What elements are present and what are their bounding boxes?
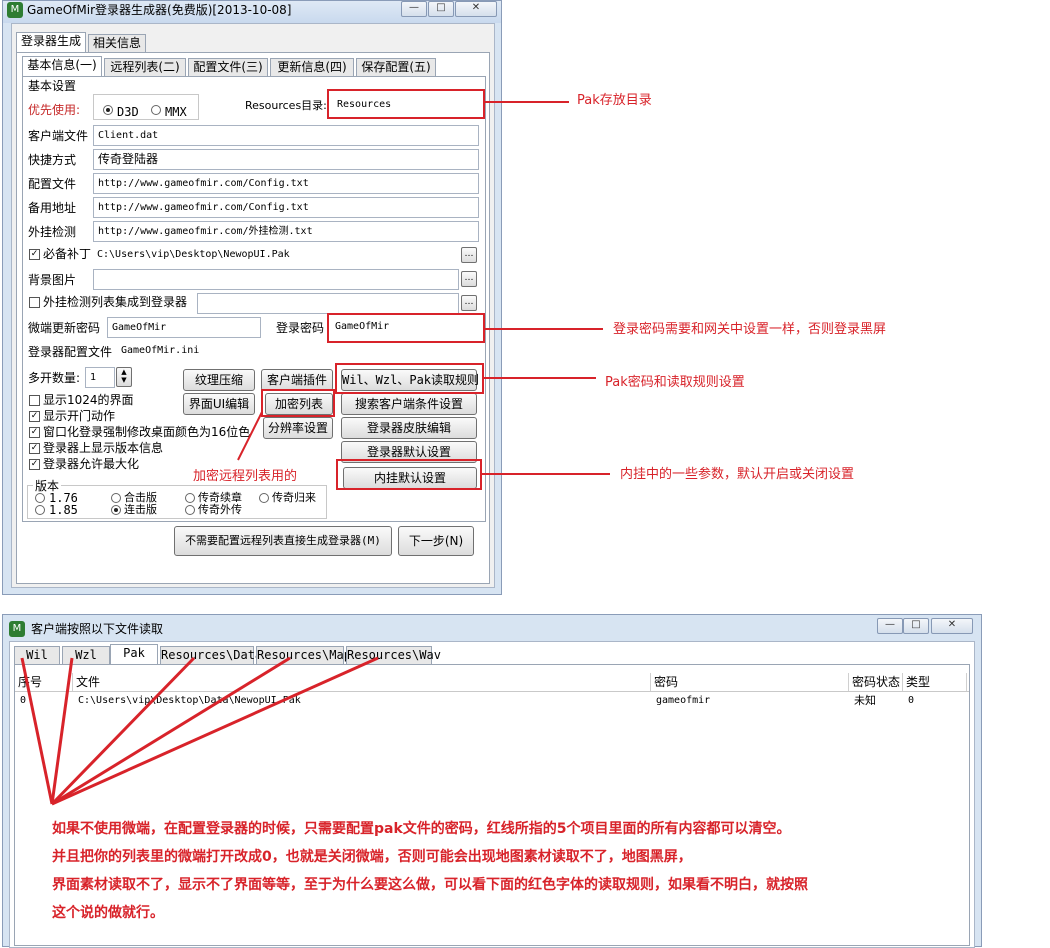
pointer-line-encrypt	[237, 411, 263, 461]
pointer-line-wzl	[50, 657, 74, 805]
note-line-4: 这个说的做就行。	[52, 905, 164, 921]
note-line-1: 如果不使用微端，在配置登录器的时候，只需要配置pak文件的密码，红线所指的5个项…	[52, 821, 791, 837]
pointer-line-wav	[51, 656, 379, 806]
pointer-line-wil	[20, 657, 54, 805]
note-line-3: 界面素材读取不了，显示不了界面等等，至于为什么要这么做，可以看下面的红色字体的读…	[52, 877, 808, 893]
note-line-2: 并且把你的列表里的微端打开改成0，也就是关闭微端，否则可能会出现地图素材读取不了…	[52, 849, 692, 865]
pointer-lines	[20, 411, 379, 806]
